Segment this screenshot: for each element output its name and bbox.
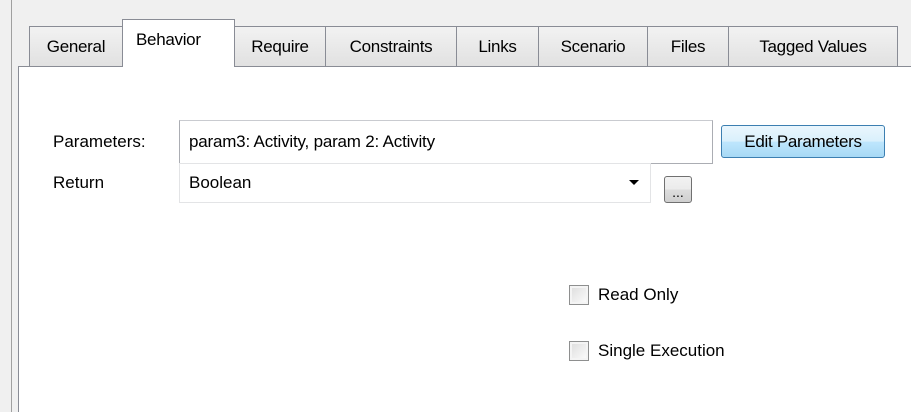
edit-parameters-button[interactable]: Edit Parameters	[721, 125, 885, 158]
tab-links[interactable]: Links	[456, 26, 539, 66]
tab-scenario[interactable]: Scenario	[538, 26, 648, 66]
properties-window: General Behavior Require Constraints Lin…	[0, 0, 911, 412]
frame-border	[11, 0, 12, 412]
single-execution-checkbox[interactable]	[569, 341, 589, 361]
return-type-select[interactable]: Boolean	[179, 163, 651, 203]
return-type-value: Boolean	[189, 173, 252, 192]
tab-general[interactable]: General	[29, 26, 123, 66]
return-label: Return	[53, 173, 105, 192]
tab-tagged-values[interactable]: Tagged Values	[728, 26, 898, 66]
single-execution-label[interactable]: Single Execution	[598, 341, 725, 361]
chevron-down-icon[interactable]	[629, 180, 639, 185]
parameters-field[interactable]: param3: Activity, param 2: Activity	[179, 120, 713, 164]
read-only-checkbox[interactable]	[569, 285, 589, 305]
read-only-label[interactable]: Read Only	[598, 285, 678, 305]
tab-require[interactable]: Require	[234, 26, 326, 66]
behavior-panel: Parameters: param3: Activity, param 2: A…	[18, 66, 911, 412]
browse-return-type-button[interactable]: ...	[664, 176, 692, 203]
single-execution-option[interactable]: Single Execution	[569, 341, 725, 361]
tab-behavior[interactable]: Behavior	[122, 19, 235, 67]
read-only-option[interactable]: Read Only	[569, 285, 678, 305]
tab-files[interactable]: Files	[647, 26, 729, 66]
tab-constraints[interactable]: Constraints	[325, 26, 457, 66]
parameters-label: Parameters:	[53, 132, 146, 151]
